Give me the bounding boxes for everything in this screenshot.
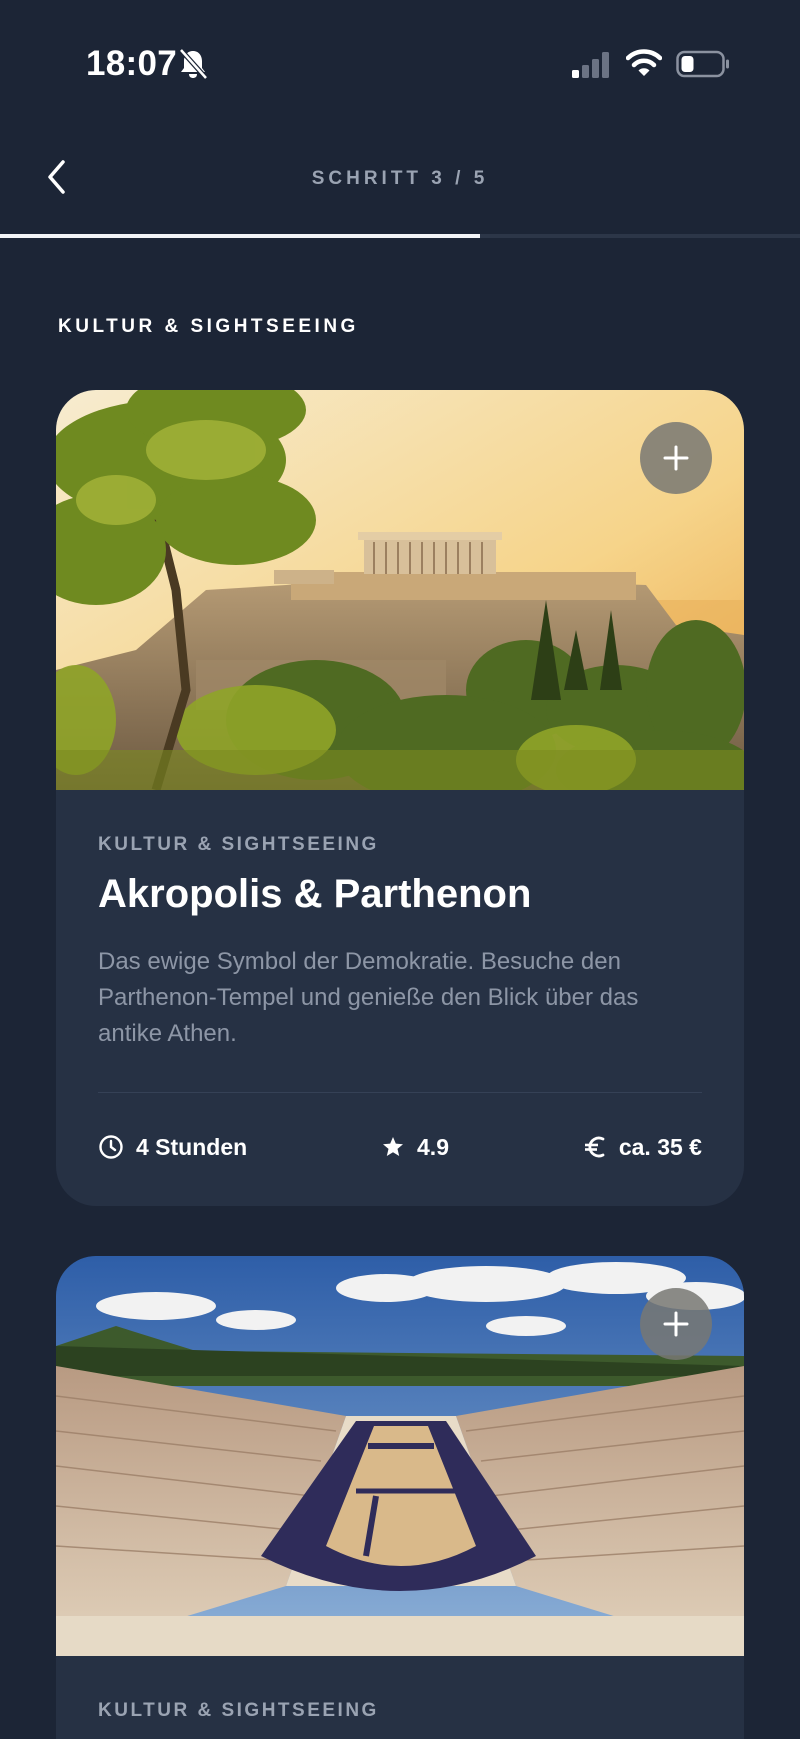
status-time: 18:07 — [86, 44, 178, 83]
battery-icon — [676, 50, 729, 78]
card-body: KULTUR & SIGHTSEEING — [56, 1700, 744, 1722]
euro-icon — [584, 1136, 605, 1158]
card-body: KULTUR & SIGHTSEEING Akropolis & Parthen… — [56, 834, 744, 1167]
price-text: ca. 35 € — [618, 1133, 702, 1160]
add-button[interactable] — [640, 422, 712, 494]
duration: 4 Stunden — [98, 1134, 247, 1161]
rating: 4.9 — [381, 1134, 449, 1161]
price: ca. 35 € — [583, 1134, 702, 1161]
card-description: Das ewige Symbol der Demokratie. Besuche… — [98, 948, 639, 1047]
acropolis-photo — [56, 390, 744, 790]
progress-bar — [0, 234, 800, 238]
panathenaic-stadium-photo — [56, 1256, 744, 1656]
signal-icon — [572, 52, 609, 78]
rating-text: 4.9 — [417, 1133, 449, 1160]
wifi-icon — [626, 49, 662, 76]
card-category: KULTUR & SIGHTSEEING — [98, 1700, 379, 1721]
card-category: KULTUR & SIGHTSEEING — [98, 834, 379, 855]
bell-slash-icon — [179, 48, 208, 80]
step-indicator: SCHRITT 3 / 5 — [311, 168, 489, 189]
clock-icon — [99, 1135, 123, 1159]
add-button[interactable] — [640, 1288, 712, 1360]
duration-text: 4 Stunden — [136, 1133, 248, 1160]
progress-fill — [0, 234, 480, 238]
app-screen: 18:07 SCHRITT 3 / 5 KULTUR & SIGHTSEEING… — [0, 0, 800, 1739]
activity-card[interactable]: KULTUR & SIGHTSEEING Akropolis & Parthen… — [56, 390, 744, 1206]
plus-icon — [663, 1311, 689, 1337]
card-title: Akropolis & Parthenon — [98, 872, 532, 916]
section-title: KULTUR & SIGHTSEEING — [58, 316, 359, 337]
star-icon — [383, 1137, 404, 1156]
activity-card[interactable]: KULTUR & SIGHTSEEING — [56, 1256, 744, 1739]
card-meta: 4 Stunden 4.9 ca. 35 € — [98, 1127, 702, 1167]
wizard-header: SCHRITT 3 / 5 — [0, 130, 800, 240]
plus-icon — [663, 445, 689, 471]
divider — [98, 1092, 702, 1093]
status-bar: 18:07 — [0, 0, 800, 130]
